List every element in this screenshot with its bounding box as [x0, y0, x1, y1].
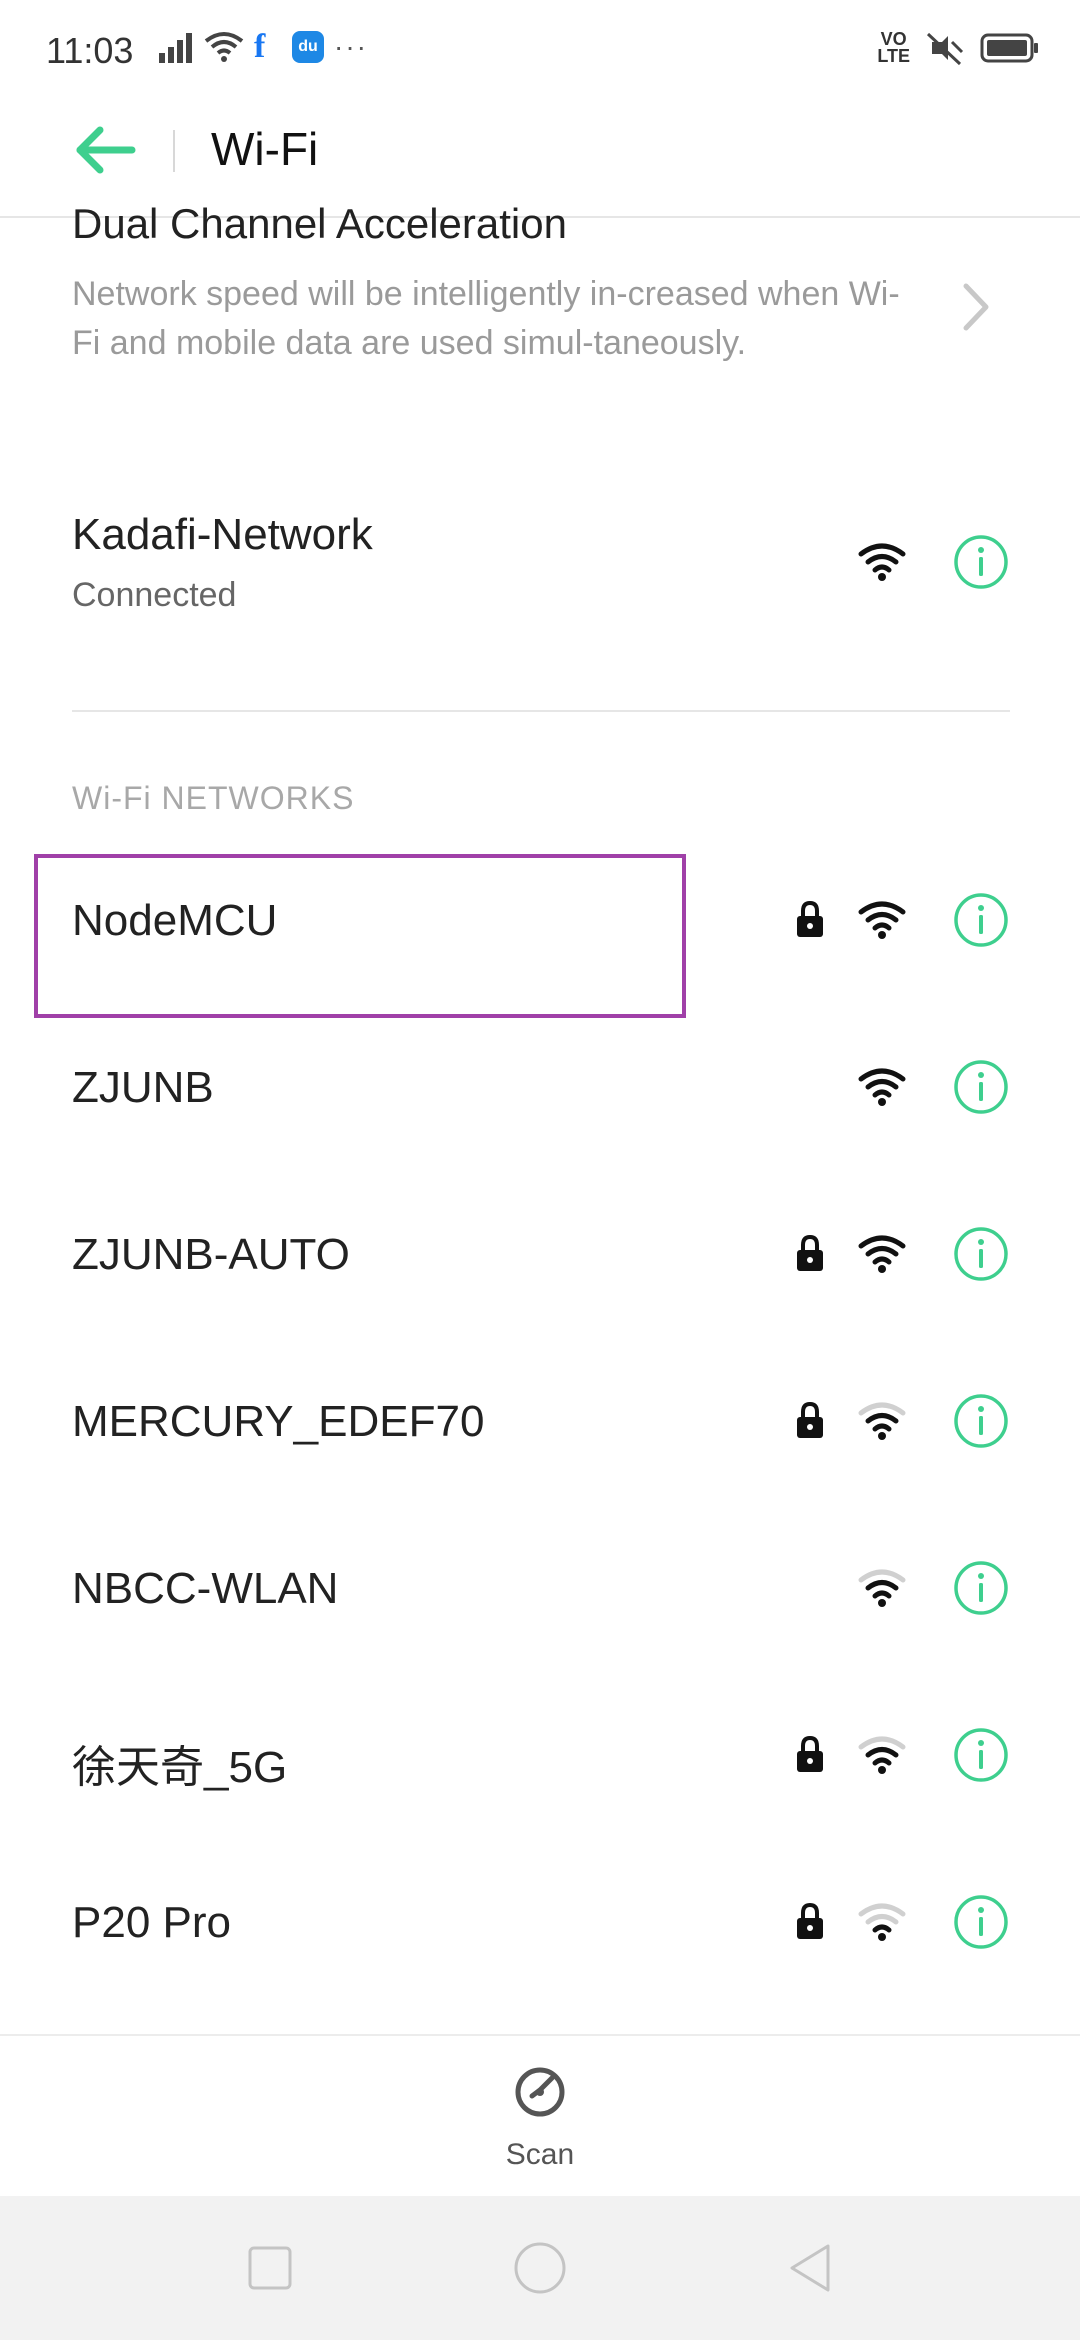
volte-icon: VO LTE: [877, 29, 910, 66]
connected-network-name: Kadafi-Network: [72, 510, 373, 559]
lock-icon: [797, 900, 823, 937]
network-info-icon[interactable]: [953, 1226, 1009, 1282]
header-divider: [173, 130, 175, 172]
wifi-status-icon: [204, 32, 244, 62]
network-info-icon[interactable]: [953, 1059, 1009, 1115]
dual-channel-title: Dual Channel Acceleration: [72, 200, 567, 247]
wifi-signal-full-icon: [858, 543, 906, 581]
wifi-signal-medium-icon: [858, 1569, 906, 1607]
scan-icon: [515, 2067, 565, 2117]
status-right-icons: VO LTE: [877, 30, 1040, 66]
network-row[interactable]: ZJUNB: [0, 1021, 1080, 1188]
dual-channel-setting[interactable]: Dual Channel Acceleration Network speed …: [72, 200, 1012, 368]
network-row[interactable]: 徐天奇_5G: [0, 1689, 1080, 1856]
network-info-icon[interactable]: [953, 1894, 1009, 1950]
system-nav-bar: [0, 2196, 1080, 2340]
status-time: 11:03: [46, 30, 134, 71]
connected-network-status: Connected: [72, 576, 237, 614]
wifi-signal-low-icon: [858, 1903, 906, 1941]
more-notifications-icon: ···: [334, 31, 368, 62]
facebook-icon: f: [254, 28, 266, 65]
lock-icon: [797, 1902, 823, 1939]
network-name: ZJUNB: [72, 1063, 214, 1112]
wifi-signal-medium-icon: [858, 1736, 906, 1774]
network-name: P20 Pro: [72, 1898, 231, 1947]
scan-button[interactable]: Scan: [490, 2066, 590, 2186]
lock-icon: [797, 1401, 823, 1438]
cell-signal-icon: [159, 33, 192, 63]
network-row[interactable]: NBCC-WLAN: [0, 1522, 1080, 1689]
network-info-icon[interactable]: [953, 534, 1009, 590]
network-info-icon[interactable]: [953, 892, 1009, 948]
network-row[interactable]: P20 Pro: [0, 1856, 1080, 2023]
network-name: ZJUNB-AUTO: [72, 1230, 350, 1279]
network-row[interactable]: MERCURY_EDEF70: [0, 1355, 1080, 1522]
selection-highlight: [34, 854, 686, 1018]
scan-label: Scan: [505, 2138, 575, 2171]
wifi-signal-full-icon: [858, 901, 906, 939]
wifi-networks-header: Wi-Fi NETWORKS: [72, 780, 355, 816]
connected-network-row[interactable]: Kadafi-Network Connected: [0, 490, 1080, 640]
recent-apps-button[interactable]: [242, 2240, 298, 2296]
wifi-signal-medium-icon: [858, 1402, 906, 1440]
battery-icon: [980, 33, 1038, 63]
network-row[interactable]: ZJUNB-AUTO: [0, 1188, 1080, 1355]
network-name: MERCURY_EDEF70: [72, 1397, 485, 1446]
lock-icon: [797, 1735, 823, 1772]
network-info-icon[interactable]: [953, 1560, 1009, 1616]
dual-channel-description: Network speed will be intelligently in-c…: [72, 275, 900, 362]
mute-icon: [926, 32, 964, 66]
status-bar: 11:03 f du ··· VO LTE: [0, 0, 1080, 100]
bottom-action-bar: Scan: [0, 2034, 1080, 2196]
network-info-icon[interactable]: [953, 1727, 1009, 1783]
network-info-icon[interactable]: [953, 1393, 1009, 1449]
chevron-right-icon: [963, 283, 989, 331]
section-divider: [72, 710, 1010, 712]
status-left-icons: f du ···: [158, 30, 368, 64]
network-name: 徐天奇_5G: [72, 1743, 288, 1792]
wifi-signal-full-icon: [858, 1235, 906, 1273]
du-app-icon: du: [292, 31, 324, 63]
back-nav-button[interactable]: [782, 2240, 838, 2296]
back-arrow-icon[interactable]: [70, 120, 142, 180]
wifi-signal-full-icon: [858, 1068, 906, 1106]
network-name: NBCC-WLAN: [72, 1564, 339, 1613]
lock-icon: [797, 1234, 823, 1271]
home-button[interactable]: [512, 2240, 568, 2296]
page-title: Wi-Fi: [211, 123, 319, 175]
